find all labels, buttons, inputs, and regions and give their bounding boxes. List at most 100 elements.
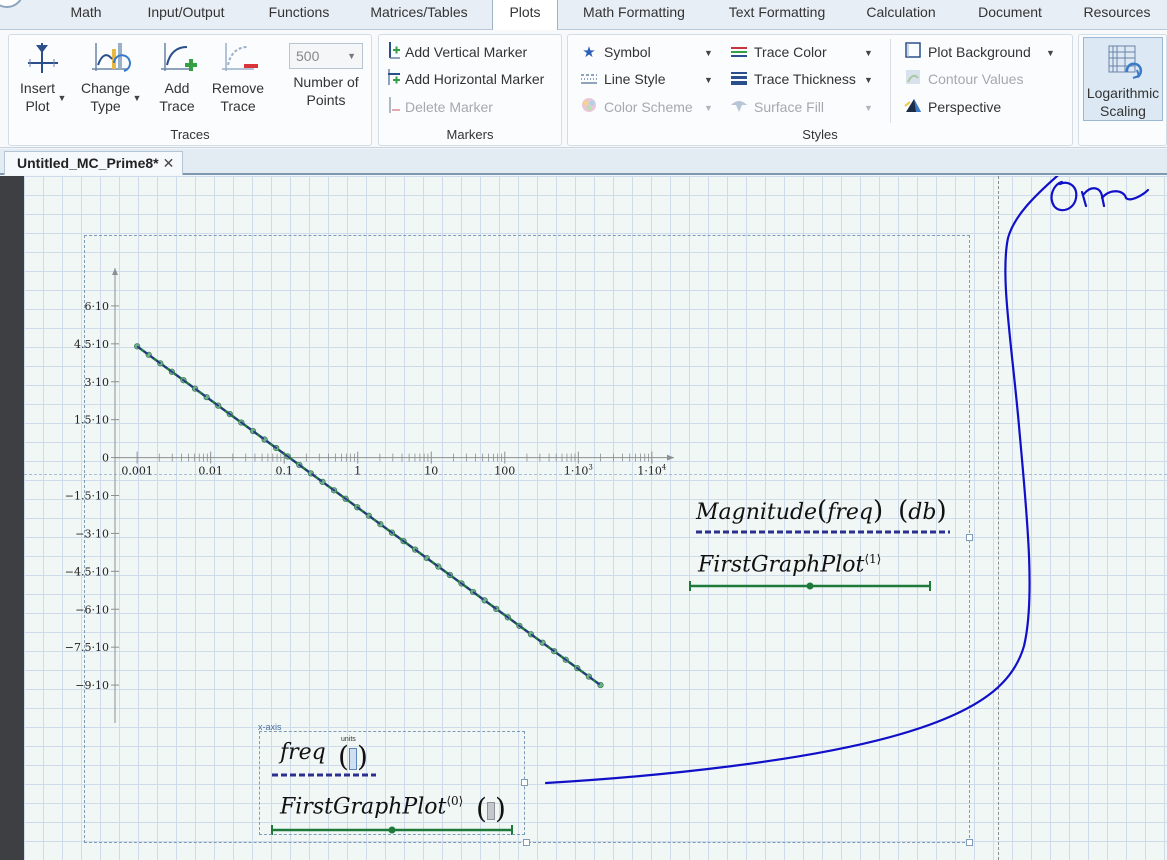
perspective-label: Perspective: [928, 99, 1002, 115]
units-input[interactable]: [486, 801, 495, 820]
chevron-down-icon: ▼: [704, 103, 713, 113]
change-type-icon: [92, 43, 131, 72]
insert-plot-label: Insert Plot: [20, 80, 56, 114]
y-tick-label: −7.5·10: [65, 641, 109, 654]
y-tick-label: 4.5·10: [74, 338, 109, 351]
y-tick-label: 1.5·10: [74, 414, 109, 427]
tab-math[interactable]: Math: [56, 0, 116, 30]
line-style-dropdown[interactable]: Line Style: [580, 68, 665, 90]
units-placeholder[interactable]: (): [476, 792, 506, 825]
y-axis-arrow: [112, 268, 118, 275]
y-expr2-name: FirstGraphPlot: [698, 552, 865, 578]
chevron-down-icon: ▼: [1046, 48, 1055, 58]
logarithmic-scaling-icon: [1108, 45, 1143, 79]
surface-fill-icon: [730, 97, 748, 119]
worksheet-left-margin: [0, 176, 24, 860]
resize-handle[interactable]: [521, 779, 528, 786]
paren: ): [872, 496, 884, 526]
tab-functions[interactable]: Functions: [258, 0, 340, 30]
change-type-label: Change Type: [81, 80, 131, 114]
plot-axes: [112, 268, 674, 723]
x-axis-arrow: [667, 454, 674, 461]
logarithmic-scaling-button[interactable]: Logarithmic Scaling: [1083, 37, 1163, 121]
color-scheme-dropdown[interactable]: Color Scheme: [580, 96, 693, 118]
line-style-icon: [580, 69, 598, 91]
perspective-icon: [904, 96, 922, 120]
x-tick-exponent: 3: [588, 464, 592, 472]
tab-calculation[interactable]: Calculation: [856, 0, 946, 30]
x-expr1-name: freq: [280, 740, 326, 765]
traces-group: Insert Plot ▼ Change Type ▼ Add Trace Re…: [8, 34, 372, 146]
chevron-down-icon: ▼: [57, 93, 67, 103]
y-tick-label: −3·10: [75, 527, 109, 540]
insert-plot-button[interactable]: Insert Plot ▼: [13, 39, 71, 117]
remove-trace-button[interactable]: Remove Trace: [209, 39, 267, 115]
add-horizontal-marker-button[interactable]: Add Horizontal Marker: [387, 68, 544, 90]
trace-color-dropdown[interactable]: Trace Color: [730, 41, 827, 63]
app-menu-button[interactable]: [0, 0, 24, 8]
y-expr-unit: db: [908, 500, 937, 525]
units-placeholder[interactable]: (): [338, 740, 368, 773]
traces-group-label: Traces: [170, 127, 210, 142]
y-tick-label: 0: [102, 452, 109, 465]
x-tick-label: 0.001: [121, 465, 153, 478]
logarithmic-scaling-label: Logarithmic Scaling: [1086, 85, 1160, 119]
trace-thickness-label: Trace Thickness: [754, 71, 856, 87]
x-tick-label: 10: [424, 465, 438, 478]
add-vertical-marker-button[interactable]: Add Vertical Marker: [387, 41, 527, 63]
x-tick-exponent: 4: [662, 464, 667, 472]
paren: ): [936, 496, 947, 526]
remove-trace-label: Remove Trace: [211, 80, 265, 114]
markers-group: Add Vertical Marker Add Horizontal Marke…: [378, 34, 562, 146]
trace-thickness-dropdown[interactable]: Trace Thickness: [730, 68, 856, 90]
tab-math-formatting[interactable]: Math Formatting: [572, 0, 696, 30]
delete-marker-icon: [387, 96, 401, 120]
trace-color-icon: [730, 42, 748, 64]
document-tab[interactable]: Untitled_MC_Prime8* ✕: [4, 151, 184, 175]
vertical-marker-icon: [387, 41, 401, 65]
tab-plots[interactable]: Plots: [492, 0, 558, 30]
tab-resources[interactable]: Resources: [1074, 0, 1160, 30]
styles-group-label: Styles: [802, 127, 838, 142]
x-tick-label: 0.01: [198, 465, 223, 478]
chevron-down-icon: ▼: [704, 48, 713, 58]
delete-marker-button[interactable]: Delete Marker: [387, 96, 493, 118]
plot-background-dropdown[interactable]: Plot Background: [904, 41, 1031, 63]
styles-group: ★ Symbol ▼ Line Style ▼ Color Scheme ▼ Tr…: [567, 34, 1073, 146]
number-of-points-input[interactable]: 500 ▼: [289, 43, 363, 69]
tab-matrices-tables[interactable]: Matrices/Tables: [360, 0, 478, 30]
x-tick-label: 1·104: [637, 464, 667, 478]
x-tick-label: 0.1: [275, 465, 293, 478]
change-type-button[interactable]: Change Type ▼: [77, 39, 143, 117]
add-trace-icon: [161, 43, 197, 71]
symbol-dropdown[interactable]: ★ Symbol: [580, 41, 650, 63]
document-tab-strip: Untitled_MC_Prime8* ✕: [0, 149, 1167, 175]
surface-fill-dropdown[interactable]: Surface Fill: [730, 96, 824, 118]
y-axis-expression-1[interactable]: Magnitude(freq) (db): [696, 496, 947, 526]
tab-text-formatting[interactable]: Text Formatting: [716, 0, 838, 30]
number-of-points-value: 500: [296, 48, 320, 64]
tab-document[interactable]: Document: [968, 0, 1052, 30]
ribbon: Insert Plot ▼ Change Type ▼ Add Trace Re…: [0, 30, 1167, 148]
y-tick-label: −1.5·10: [65, 490, 109, 503]
chevron-down-icon: ▼: [347, 51, 356, 61]
add-trace-button[interactable]: Add Trace: [149, 39, 205, 115]
y-expr-function: Magnitude: [696, 500, 818, 525]
x-axis-expression-2[interactable]: FirstGraphPlot⟨0⟩: [280, 794, 463, 819]
star-icon: ★: [582, 44, 596, 62]
add-vertical-marker-label: Add Vertical Marker: [405, 44, 528, 60]
units-input[interactable]: [348, 747, 357, 770]
worksheet-canvas[interactable]: 6·10 4.5·10 3·10 1.5·10 0 −1.5·10 −3·10 −4.5·10…: [24, 176, 1167, 860]
ribbon-tab-strip: Math Input/Output Functions Matrices/Tab…: [0, 0, 1167, 30]
close-icon[interactable]: ✕: [163, 155, 175, 171]
x-axis-expression-1[interactable]: freq: [280, 740, 326, 765]
paren: (: [817, 496, 828, 526]
y-axis-expression-2[interactable]: FirstGraphPlot⟨1⟩: [698, 552, 881, 577]
paren: (: [898, 496, 909, 526]
perspective-button[interactable]: Perspective: [904, 96, 1001, 118]
tab-input-output[interactable]: Input/Output: [132, 0, 240, 30]
surface-fill-label: Surface Fill: [754, 99, 825, 115]
plot-svg: 6·10 4.5·10 3·10 1.5·10 0 −1.5·10 −3·10 −4.5·10…: [65, 268, 950, 835]
contour-values-button[interactable]: Contour Values: [904, 68, 1023, 90]
chevron-down-icon: ▼: [864, 75, 873, 85]
